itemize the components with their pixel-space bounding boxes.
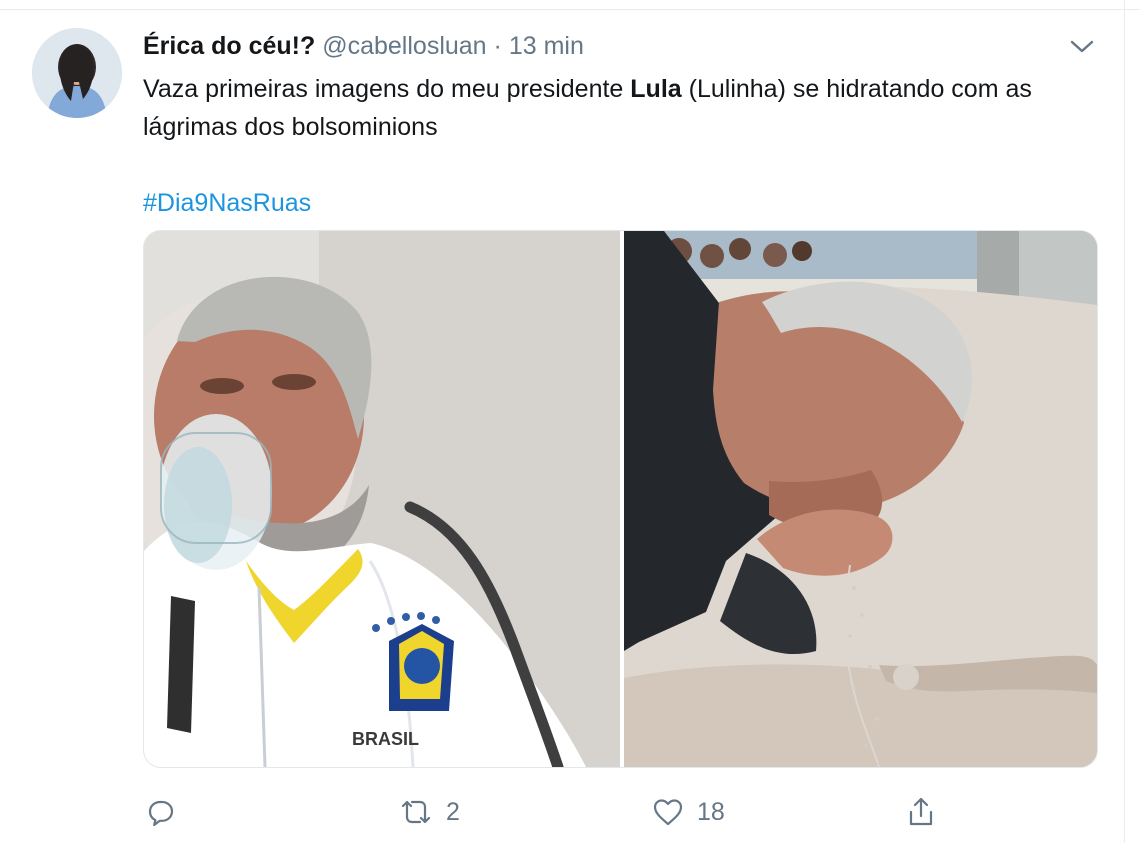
photo-left[interactable]: BRASIL <box>144 231 620 767</box>
share-button[interactable] <box>905 790 937 834</box>
reply-icon <box>148 800 174 827</box>
tweet-text-before: Vaza primeiras imagens do meu presidente <box>143 75 631 103</box>
top-divider <box>0 0 1140 10</box>
avatar[interactable] <box>32 28 122 118</box>
like-count: 18 <box>697 797 725 826</box>
retweet-count: 2 <box>446 797 460 826</box>
right-divider <box>1124 0 1125 843</box>
jersey-text: BRASIL <box>352 729 419 749</box>
like-button[interactable]: 18 <box>651 790 725 834</box>
tweet-text-bold: Lula <box>630 75 682 103</box>
header-separator: · <box>493 32 502 60</box>
timestamp[interactable]: 13 min <box>509 32 584 60</box>
tweet-actions: 2 18 <box>0 790 1140 834</box>
avatar-image <box>32 28 122 118</box>
more-options-button[interactable] <box>1068 36 1096 58</box>
tweet-header: Érica do céu!? @cabellosluan · 13 min <box>143 30 584 62</box>
chevron-down-icon <box>1070 40 1094 53</box>
retweet-button[interactable]: 2 <box>398 790 460 834</box>
photo-right[interactable] <box>624 231 1097 767</box>
tweet-text: Vaza primeiras imagens do meu presidente… <box>143 70 1103 222</box>
retweet-icon <box>401 800 431 824</box>
author-name[interactable]: Érica do céu!? <box>143 32 315 60</box>
heart-icon <box>653 799 683 826</box>
hashtag-link[interactable]: #Dia9NasRuas <box>143 184 1103 222</box>
share-icon <box>909 797 933 826</box>
reply-button[interactable] <box>145 790 177 834</box>
author-handle[interactable]: @cabellosluan <box>322 32 486 60</box>
media-grid: BRASIL <box>143 230 1098 768</box>
